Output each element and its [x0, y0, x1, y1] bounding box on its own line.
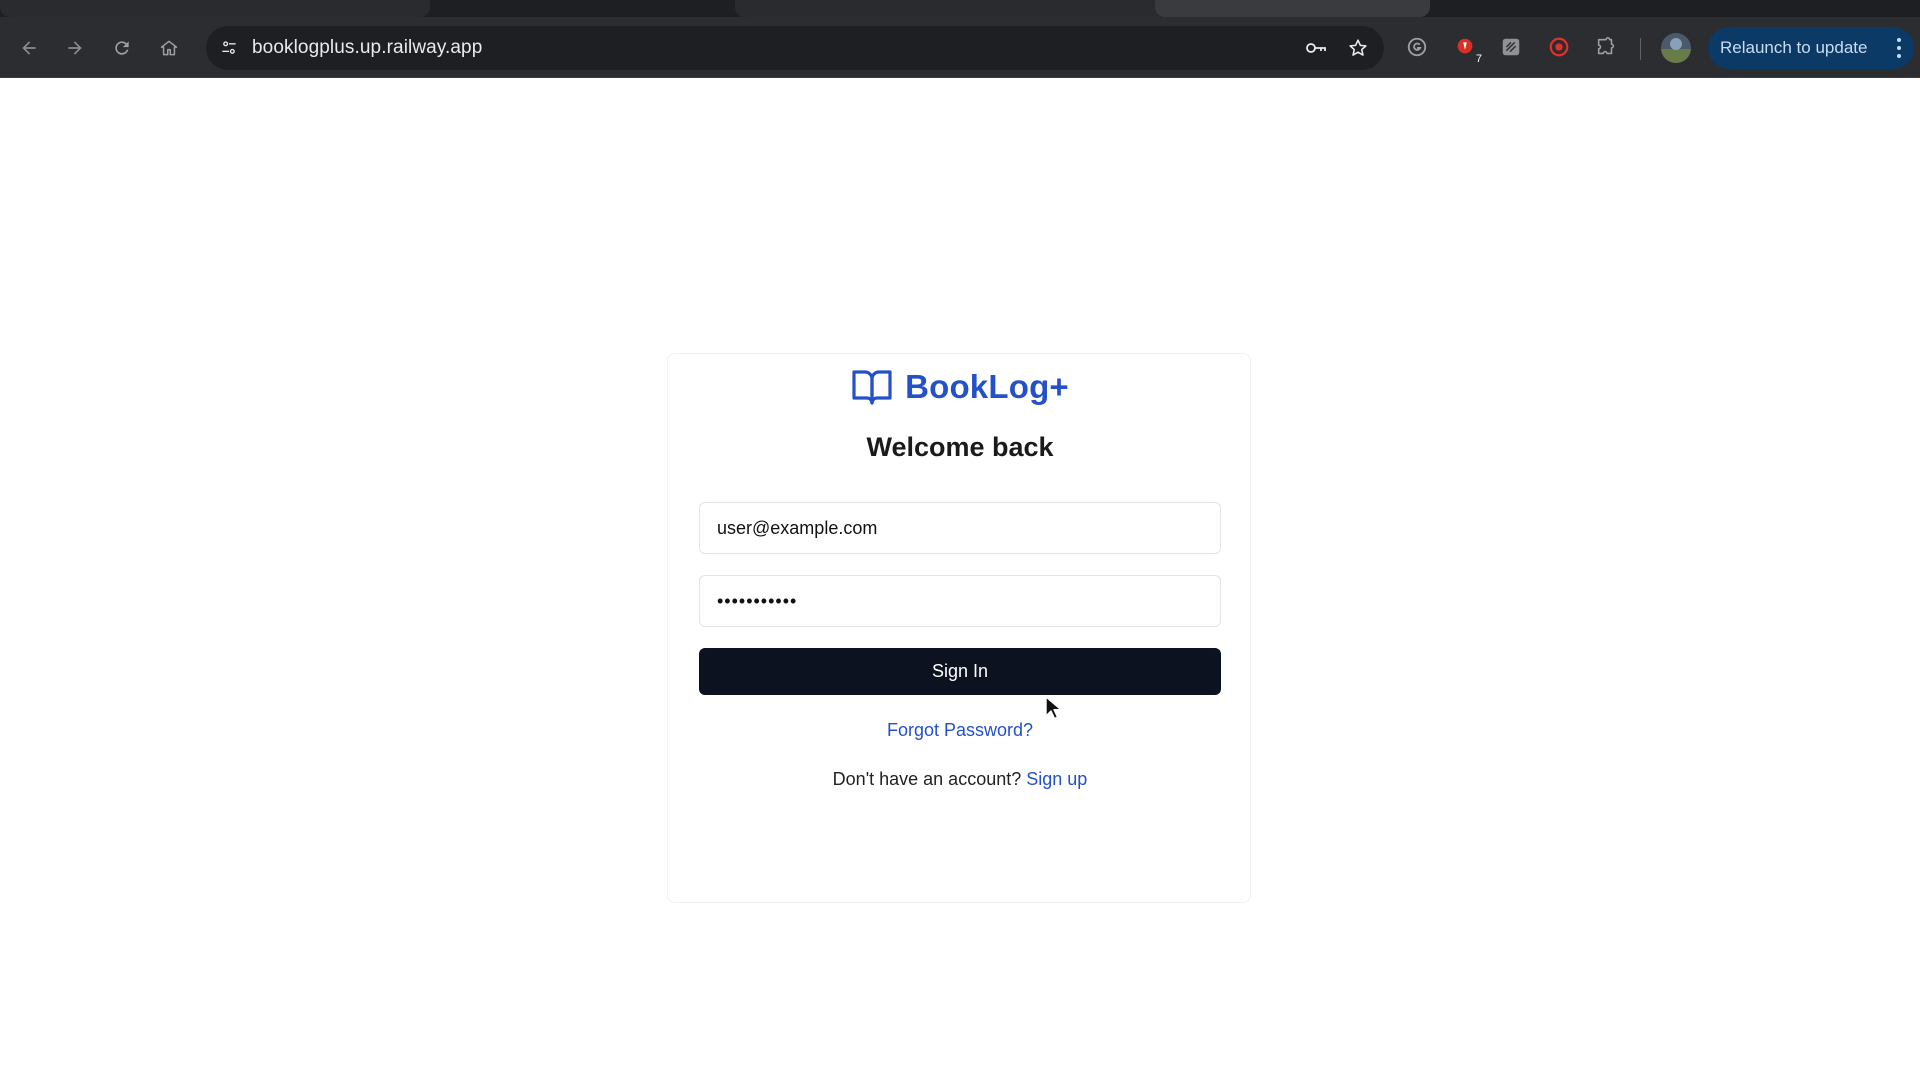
- email-field[interactable]: [699, 502, 1221, 554]
- forward-button[interactable]: [58, 31, 92, 65]
- arrow-right-icon: [68, 41, 82, 55]
- home-button[interactable]: [152, 31, 186, 65]
- red-extension-icon: [1457, 38, 1473, 54]
- grammar-extension-icon: [1407, 37, 1427, 57]
- browser-toolbar: booklogplus.up.railway.app 7 Relaunch to…: [0, 17, 1920, 78]
- key-icon: [1306, 43, 1326, 53]
- relaunch-label: Relaunch to update: [1720, 38, 1868, 57]
- tab-strip: [0, 0, 1920, 17]
- extension-notes[interactable]: [1497, 33, 1525, 61]
- arrow-left-icon: [22, 41, 36, 55]
- mouse-cursor-icon: [1045, 696, 1062, 720]
- url-text[interactable]: booklogplus.up.railway.app: [252, 26, 482, 70]
- brand-logo: BookLog+: [0, 368, 1920, 406]
- signup-row: Don't have an account? Sign up: [0, 769, 1920, 790]
- extension-badge: 7: [1473, 53, 1484, 65]
- no-account-text: Don't have an account?: [832, 769, 1027, 789]
- browser-tab[interactable]: [0, 0, 430, 17]
- address-bar[interactable]: booklogplus.up.railway.app: [206, 26, 1384, 70]
- sign-up-link[interactable]: Sign up: [1026, 769, 1087, 789]
- relaunch-update-button[interactable]: Relaunch to update: [1708, 27, 1914, 69]
- forgot-password-row: Forgot Password?: [0, 720, 1920, 741]
- extension-grammar[interactable]: [1403, 33, 1431, 61]
- password-manager-button[interactable]: [1304, 36, 1328, 60]
- site-info-button[interactable]: [216, 35, 242, 61]
- password-field[interactable]: [699, 575, 1221, 627]
- sign-in-button[interactable]: Sign In: [699, 648, 1221, 695]
- home-icon: [160, 40, 178, 56]
- open-book-icon: [852, 370, 892, 405]
- notes-extension-icon: [1502, 38, 1520, 56]
- kebab-menu-icon[interactable]: [1896, 36, 1902, 60]
- blocker-extension-icon: [1549, 37, 1569, 57]
- page-title: Welcome back: [866, 432, 1054, 462]
- page-viewport: BookLog+ Welcome back Sign In Forgot Pas…: [0, 78, 1920, 1080]
- bookmark-button[interactable]: [1346, 36, 1370, 60]
- tune-icon: [222, 41, 236, 54]
- toolbar-divider: [1640, 38, 1641, 60]
- reload-button[interactable]: [105, 31, 139, 65]
- brand-name: BookLog+: [905, 368, 1069, 405]
- avatar-icon: [1661, 33, 1691, 63]
- browser-tab[interactable]: [735, 0, 1175, 17]
- back-button[interactable]: [12, 31, 46, 65]
- puzzle-icon: [1597, 37, 1615, 55]
- profile-avatar[interactable]: [1661, 33, 1691, 63]
- reload-icon: [115, 41, 129, 55]
- extension-red[interactable]: 7: [1451, 33, 1484, 65]
- forgot-password-link[interactable]: Forgot Password?: [887, 720, 1033, 740]
- extensions-button[interactable]: [1592, 33, 1620, 61]
- browser-tab-active[interactable]: [1155, 0, 1430, 17]
- star-icon: [1349, 39, 1367, 56]
- extension-blocker[interactable]: [1545, 33, 1573, 61]
